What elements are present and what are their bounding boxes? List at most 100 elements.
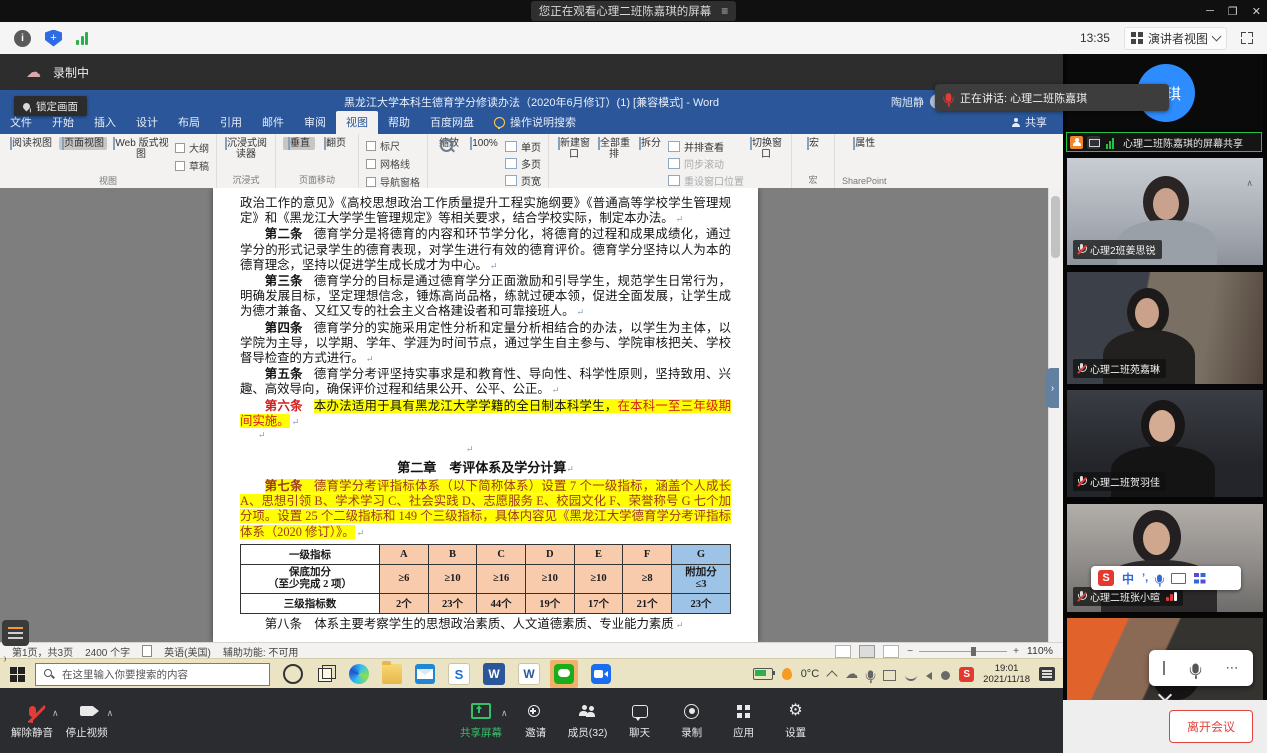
accessibility-status[interactable]: 辅助功能: 不可用 [223, 644, 299, 659]
sogou-ime-icon[interactable]: S [959, 667, 974, 682]
properties-button[interactable]: 属性 [850, 137, 878, 150]
navigation-pane-checkbox[interactable]: 导航窗格 [366, 174, 420, 189]
floating-list-widget[interactable] [2, 620, 29, 646]
collapse-ribbon-chevron[interactable]: ∧ [1246, 178, 1253, 189]
temperature-label[interactable]: 0°C [801, 668, 819, 680]
multiple-pages-button[interactable]: 多页 [505, 156, 541, 171]
tab-insert[interactable]: 插入 [84, 111, 126, 134]
participant-video-tile[interactable]: 心理2班姜思锐 [1067, 158, 1263, 265]
ime-voice-icon[interactable] [1157, 574, 1162, 582]
taskbar-search-input[interactable]: 在这里输入你要搜索的内容 [35, 663, 270, 686]
share-screen-button[interactable]: 共享屏幕 [455, 701, 507, 740]
banner-menu-icon[interactable]: ≡ [721, 4, 728, 18]
leave-meeting-button[interactable]: 离开会议 [1169, 710, 1253, 743]
file-explorer-icon[interactable] [382, 664, 402, 684]
page-width-button[interactable]: 页宽 [505, 173, 541, 188]
taskbar-clock[interactable]: 19:01 2021/11/18 [983, 663, 1030, 685]
zoom-100-button[interactable]: 100% [467, 137, 501, 150]
video-options-caret[interactable]: ∧ [107, 708, 114, 719]
participant-video-tile[interactable]: 心理二班苑嘉琳 [1067, 272, 1263, 384]
lock-screen-tooltip[interactable]: 锁定画面 [14, 96, 87, 116]
tab-review[interactable]: 审阅 [294, 111, 336, 134]
tab-references[interactable]: 引用 [210, 111, 252, 134]
ime-punctuation[interactable]: ’, [1142, 572, 1148, 584]
members-button[interactable]: 成员(32) [562, 701, 614, 740]
cortana-icon[interactable] [283, 664, 303, 684]
invite-button[interactable]: 邀请 [510, 701, 562, 740]
security-shield-icon[interactable]: + [45, 30, 62, 47]
switch-windows-button[interactable]: 切换窗口 [748, 137, 784, 161]
zoom-out-button[interactable]: − [907, 646, 913, 657]
wps-taskbar-icon[interactable]: W [518, 663, 540, 685]
language-indicator[interactable]: 英语(美国) [164, 644, 211, 659]
sogou-ime-bar[interactable]: S 中 ’, [1091, 566, 1241, 590]
browser-360-icon[interactable]: S [448, 663, 470, 685]
side-to-side-button[interactable]: 翻页 [319, 137, 351, 150]
weather-icon[interactable] [782, 668, 792, 680]
document-canvas[interactable]: 政治工作的意见》《高校思想政治工作质量提升工程实施纲要》《普通高等学校学生管理规… [0, 188, 1063, 642]
zoom-slider[interactable]: − + [907, 646, 1019, 657]
one-page-button[interactable]: 单页 [505, 139, 541, 154]
share-button[interactable]: 共享 [1012, 114, 1063, 134]
edge-browser-icon[interactable] [349, 664, 369, 684]
ime-keyboard-icon[interactable] [1171, 573, 1186, 584]
tab-layout[interactable]: 布局 [168, 111, 210, 134]
link-icon[interactable] [941, 671, 950, 680]
macros-button[interactable]: 宏 [799, 137, 827, 150]
mail-icon[interactable] [415, 664, 435, 684]
read-mode-button[interactable]: 阅读视图 [7, 137, 55, 150]
tray-mic-icon[interactable] [868, 670, 873, 678]
hidden-icons-chevron[interactable] [826, 670, 837, 681]
tab-mailings[interactable]: 邮件 [252, 111, 294, 134]
record-button[interactable]: 录制 [666, 701, 718, 740]
zoom-button[interactable]: 缩放 [435, 137, 463, 150]
meeting-taskbar-icon[interactable] [591, 664, 611, 684]
tab-baidu-netdisk[interactable]: 百度网盘 [420, 111, 484, 134]
chat-button[interactable]: 聊天 [614, 701, 666, 740]
ime-chinese-mode[interactable]: 中 [1122, 570, 1134, 587]
fullscreen-button[interactable] [1241, 32, 1253, 44]
ruler-checkbox[interactable]: 标尺 [366, 138, 420, 153]
document-page[interactable]: 政治工作的意见》《高校思想政治工作质量提升工程实施纲要》《普通高等学校学生管理规… [213, 188, 758, 642]
word-account-name[interactable]: 陶旭静 [891, 94, 924, 110]
proofing-icon[interactable] [142, 645, 152, 657]
view-mode-selector[interactable]: 演讲者视图 [1124, 27, 1227, 50]
network-icon[interactable] [905, 670, 917, 681]
start-button[interactable] [10, 667, 25, 682]
notification-center-icon[interactable] [1039, 667, 1055, 681]
more-options-icon[interactable]: ⋯ [1226, 660, 1240, 676]
zoom-percentage[interactable]: 110% [1027, 645, 1053, 657]
task-view-icon[interactable] [316, 664, 336, 684]
zoom-in-button[interactable]: + [1013, 646, 1019, 657]
word-count[interactable]: 2400 个字 [85, 644, 130, 659]
draft-checkbox[interactable]: 草稿 [175, 158, 209, 173]
tab-view[interactable]: 视图 [336, 111, 378, 134]
participant-video-tile[interactable]: 心理二班贺羽佳 [1067, 390, 1263, 497]
print-layout-button[interactable]: 页面视图 [59, 137, 107, 150]
zoom-slider-thumb[interactable] [971, 647, 976, 656]
watching-pill[interactable]: 您正在观看心理二班陈嘉琪的屏幕 ≡ [531, 1, 737, 21]
web-layout-view-button[interactable] [883, 645, 899, 658]
floating-mini-toolbar[interactable]: ⋯ [1149, 650, 1253, 686]
minimize-button[interactable]: ─ [1206, 5, 1214, 17]
immersive-reader-button[interactable]: 沉浸式阅读器 [224, 137, 268, 161]
scroll-down-chevron[interactable] [1155, 690, 1175, 700]
tab-design[interactable]: 设计 [126, 111, 168, 134]
print-layout-view-button[interactable] [859, 645, 875, 658]
tab-help[interactable]: 帮助 [378, 111, 420, 134]
document-scrollbar[interactable] [1048, 188, 1063, 642]
ime-toolbox-icon[interactable] [1194, 573, 1205, 584]
battery-icon[interactable] [753, 668, 773, 680]
wechat-taskbar-icon[interactable] [550, 660, 578, 688]
meeting-info-icon[interactable]: i [14, 30, 31, 47]
screen-share-list-item[interactable]: 心理二班陈嘉琪的屏幕共享 [1066, 132, 1262, 152]
close-button[interactable]: ✕ [1252, 5, 1261, 18]
vertical-button[interactable]: 垂直 [283, 137, 315, 150]
expand-panel-tab[interactable]: › [1046, 368, 1059, 408]
apps-button[interactable]: 应用 [718, 701, 770, 740]
toolbar-mic-icon[interactable] [1192, 663, 1198, 673]
restore-button[interactable]: ❐ [1228, 5, 1238, 18]
new-window-button[interactable]: 新建窗口 [556, 137, 592, 161]
view-side-by-side-button[interactable]: 并排查看 [668, 139, 744, 154]
word-taskbar-icon[interactable]: W [483, 663, 505, 685]
